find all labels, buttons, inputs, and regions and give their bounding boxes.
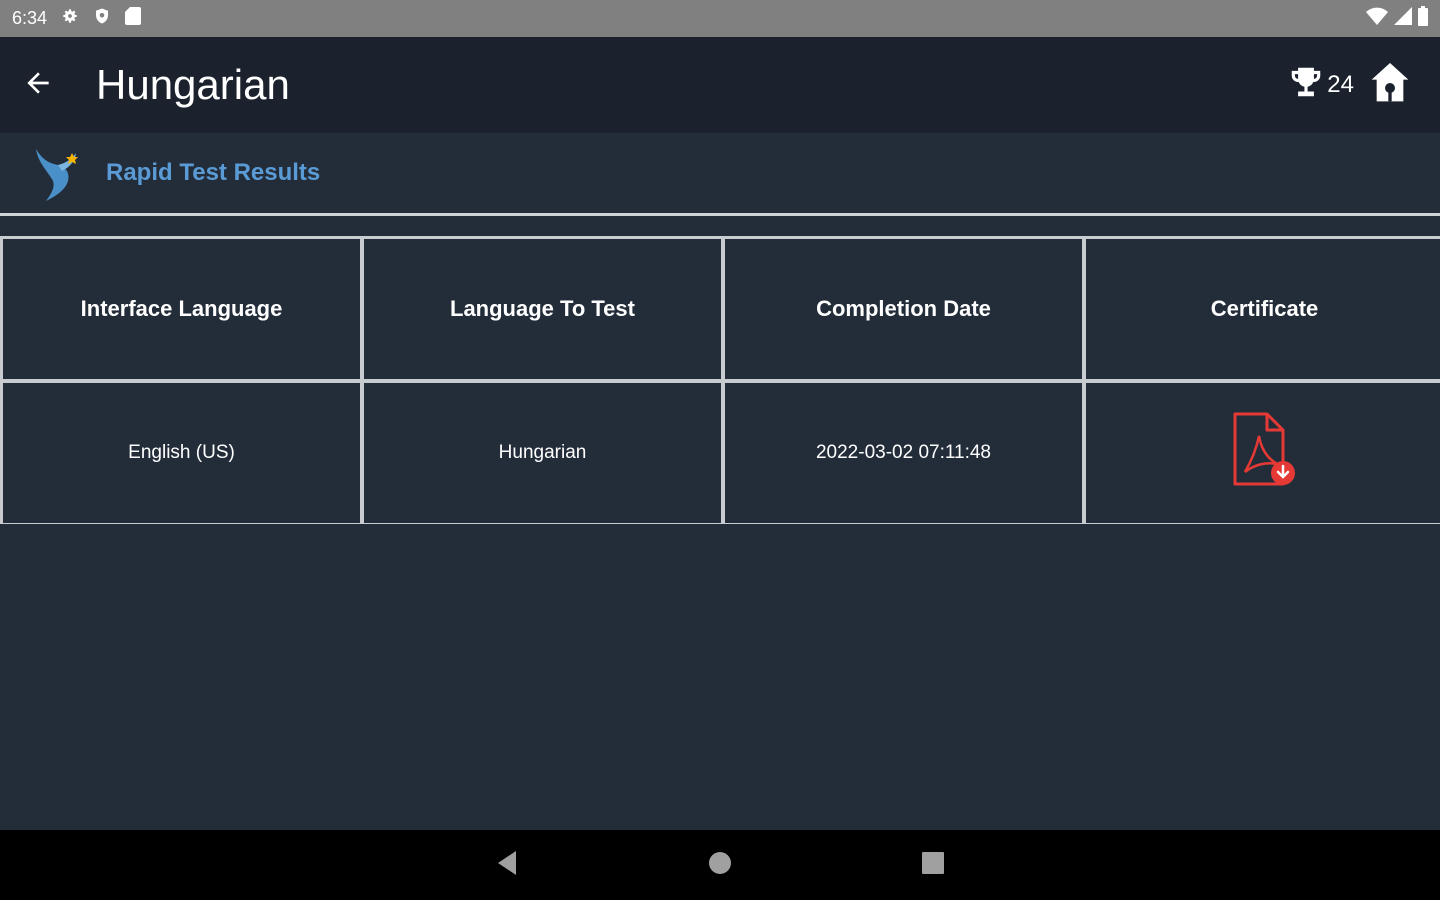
page-title: Hungarian (96, 61, 290, 108)
status-bar: 6:34 (0, 0, 1440, 37)
section-title: Rapid Test Results (106, 159, 321, 186)
nav-back-icon[interactable] (496, 850, 518, 881)
trophy-icon (1287, 63, 1325, 108)
nav-recents-icon[interactable] (922, 851, 944, 879)
status-time: 6:34 (12, 8, 48, 28)
cell-interface-language: English (US) (3, 383, 360, 523)
app-bar: Hungarian 24 (0, 37, 1440, 133)
battery-icon (1418, 6, 1428, 31)
trophy-count: 24 (1327, 71, 1354, 98)
back-arrow-icon (22, 67, 54, 104)
cell-completion-date: 2022-03-02 07:11:48 (725, 383, 1082, 523)
pdf-icon[interactable] (1231, 410, 1299, 496)
results-table: Interface Language Language To Test Comp… (0, 236, 1440, 524)
home-icon[interactable] (1370, 61, 1410, 110)
settings-icon (61, 7, 79, 30)
wifi-icon (1366, 7, 1388, 30)
sd-card-icon (125, 7, 142, 30)
shield-icon (93, 6, 111, 31)
column-header-interface-language: Interface Language (3, 239, 360, 379)
signal-icon (1394, 7, 1412, 30)
section-divider (0, 213, 1440, 216)
nav-home-icon[interactable] (708, 851, 732, 880)
section-header: Rapid Test Results (0, 133, 1440, 213)
system-nav-bar (0, 830, 1440, 900)
column-header-completion-date: Completion Date (725, 239, 1082, 379)
cell-language-to-test: Hungarian (364, 383, 721, 523)
cell-certificate[interactable] (1086, 383, 1440, 523)
back-button[interactable] (0, 37, 76, 133)
bird-logo-icon (32, 145, 84, 201)
column-header-certificate: Certificate (1086, 239, 1440, 379)
trophy-button[interactable]: 24 (1287, 63, 1354, 108)
column-header-language-to-test: Language To Test (364, 239, 721, 379)
